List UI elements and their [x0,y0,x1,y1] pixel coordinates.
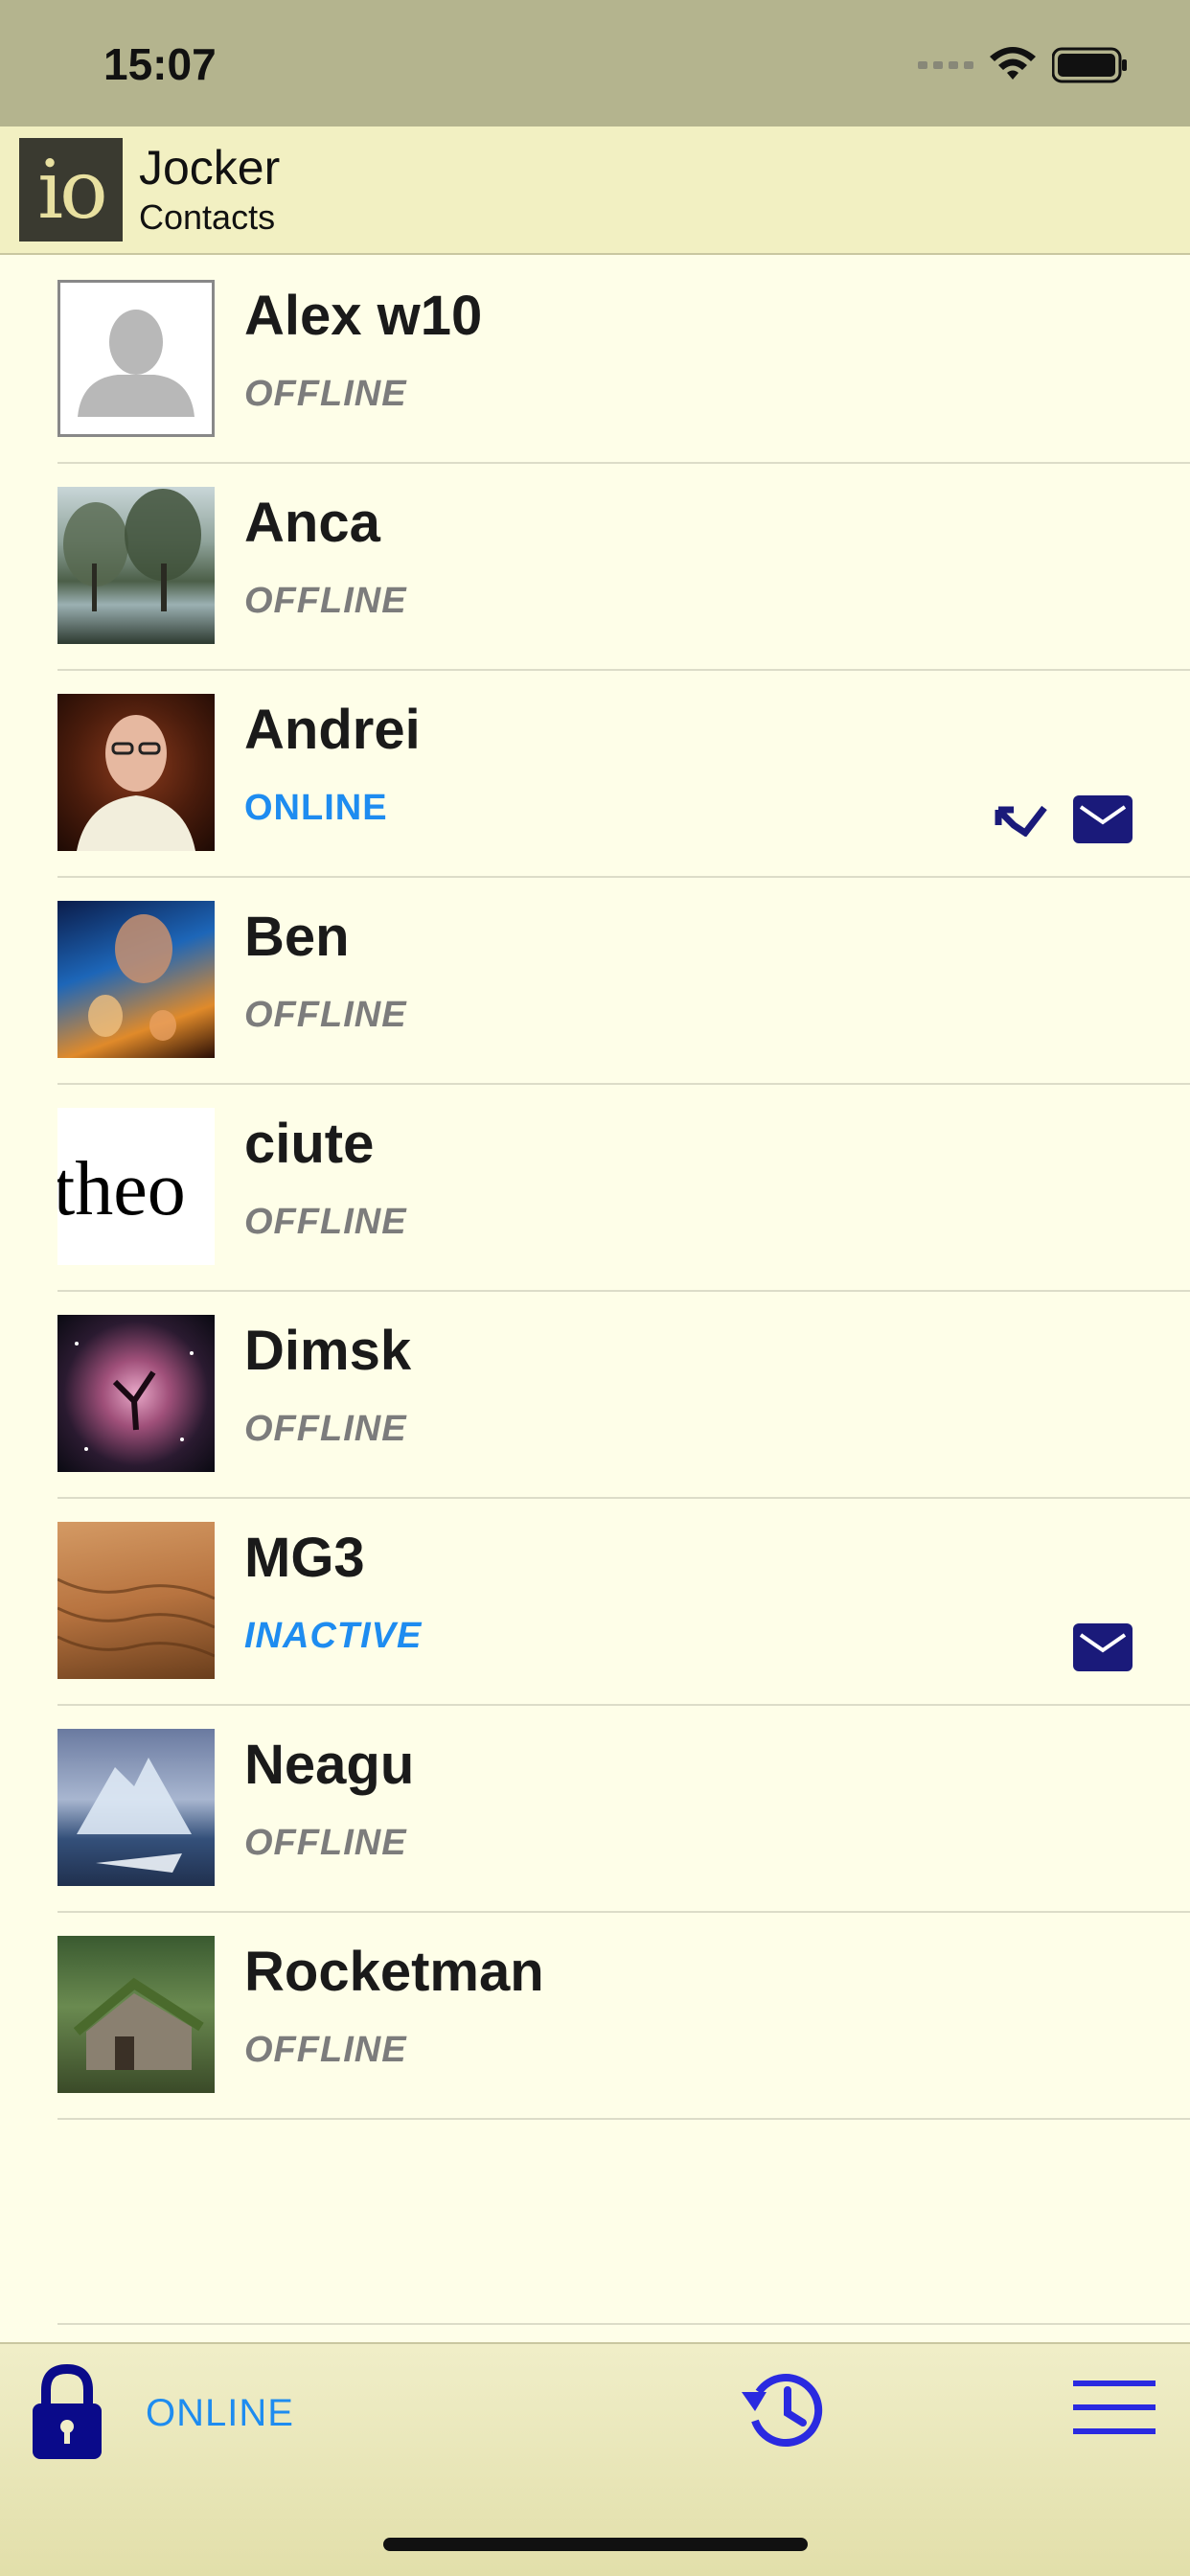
contact-status: OFFLINE [244,581,407,621]
avatar: theo [57,1108,215,1265]
history-icon[interactable] [738,2363,830,2455]
contact-name: Dimsk [244,1320,412,1382]
contact-row-anca[interactable]: Anca OFFLINE [0,464,1190,671]
contact-status: OFFLINE [244,1202,407,1242]
status-bar: 15:07 [0,0,1190,126]
signal-icon [918,61,973,69]
contact-name: Rocketman [244,1941,544,2003]
contact-row-dimsk[interactable]: Dimsk OFFLINE [0,1292,1190,1499]
avatar [57,1936,215,2093]
contact-name: Alex w10 [244,285,483,347]
default-person-icon [57,280,215,437]
avatar [57,694,215,851]
contact-status: ONLINE [244,788,388,828]
page-title: Contacts [139,197,276,237]
contact-name: Neagu [244,1734,415,1796]
contact-status: OFFLINE [244,1409,407,1449]
connection-status: ONLINE [146,2392,294,2434]
contact-name: Anca [244,492,380,554]
battery-icon [1052,47,1127,83]
contact-row-neagu[interactable]: Neagu OFFLINE [0,1706,1190,1913]
contact-list: Alex w10 OFFLINE Anca OFFLINE Andrei ONL [0,257,1190,2120]
home-indicator[interactable] [383,2538,808,2551]
contact-status: OFFLINE [244,1823,407,1863]
contact-row-icons [995,795,1133,843]
missed-call-icon[interactable] [995,802,1048,837]
contact-row-alex-w10[interactable]: Alex w10 OFFLINE [0,257,1190,464]
avatar [57,1315,215,1472]
avatar [57,487,215,644]
lock-icon[interactable] [29,2363,105,2463]
contact-row-rocketman[interactable]: Rocketman OFFLINE [0,1913,1190,2120]
contact-row-ciute[interactable]: theo ciute OFFLINE [0,1085,1190,1292]
status-time: 15:07 [103,39,217,89]
avatar [57,1729,215,1886]
contact-name: Ben [244,906,350,968]
app-title: Jocker [139,141,281,195]
app-logo: io [19,138,123,242]
contact-name: ciute [244,1113,375,1175]
menu-icon[interactable] [1073,2379,1156,2436]
mail-icon[interactable] [1073,1623,1133,1671]
contact-status: OFFLINE [244,995,407,1035]
divider [57,2323,1190,2325]
avatar [57,1522,215,1679]
contact-row-mg3[interactable]: MG3 INACTIVE [0,1499,1190,1706]
contact-row-icons [1073,1623,1133,1671]
contact-row-ben[interactable]: Ben OFFLINE [0,878,1190,1085]
status-icons [918,42,1129,88]
contact-status: OFFLINE [244,374,407,414]
contact-name: MG3 [244,1527,365,1589]
contact-name: Andrei [244,699,421,761]
avatar-text: theo [57,1147,186,1231]
contact-status: OFFLINE [244,2030,407,2070]
mail-icon[interactable] [1073,795,1133,843]
wifi-icon [990,47,1036,80]
app-header: io Jocker Contacts [0,126,1190,255]
contact-status: INACTIVE [244,1616,423,1656]
avatar [57,901,215,1058]
contact-row-andrei[interactable]: Andrei ONLINE [0,671,1190,878]
